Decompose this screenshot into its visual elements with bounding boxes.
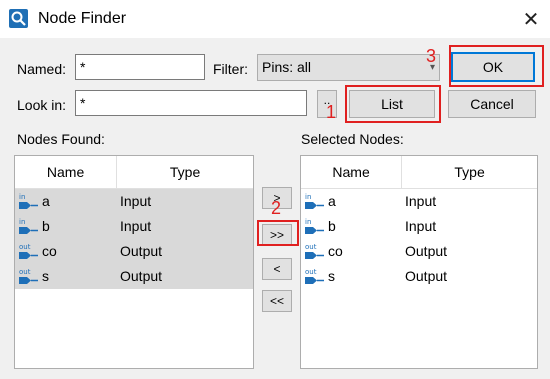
- selected-nodes-list[interactable]: ⌄ Name Type in a Input in b Input out co Output o…: [300, 155, 538, 369]
- node-type: Output: [405, 268, 448, 284]
- svg-text:out: out: [305, 268, 317, 276]
- input-pin-icon: in: [19, 218, 38, 234]
- column-header-name[interactable]: Name: [15, 156, 118, 188]
- column-header-name[interactable]: ⌄ Name: [301, 156, 403, 188]
- node-finder-dialog: Node Finder ✕ Named: * Filter: Pins: all…: [0, 0, 550, 379]
- ok-button[interactable]: OK: [451, 52, 535, 82]
- svg-text:in: in: [305, 193, 311, 201]
- list-item[interactable]: out co Output: [15, 239, 253, 264]
- node-name: s: [328, 268, 335, 284]
- selected-nodes-header: ⌄ Name Type: [301, 156, 537, 189]
- nodes-found-list[interactable]: Name Type in a Input in b Input out co Output out…: [14, 155, 254, 369]
- output-pin-icon: out: [305, 268, 324, 284]
- svg-text:in: in: [19, 193, 25, 201]
- named-input[interactable]: *: [75, 54, 205, 80]
- remove-all-button[interactable]: <<: [262, 290, 292, 312]
- list-item[interactable]: in a Input: [15, 189, 253, 214]
- window-title: Node Finder: [38, 10, 127, 27]
- selected-nodes-label: Selected Nodes:: [301, 131, 404, 147]
- list-button[interactable]: List: [349, 90, 435, 118]
- lookin-input[interactable]: *: [75, 90, 307, 116]
- node-name: s: [42, 268, 49, 284]
- step-number-1: 1: [326, 102, 337, 122]
- node-name: b: [328, 218, 336, 234]
- node-name: co: [42, 243, 57, 259]
- svg-text:in: in: [19, 218, 25, 226]
- cancel-button[interactable]: Cancel: [448, 90, 536, 118]
- title-bar: Node Finder ✕: [0, 0, 550, 38]
- node-name: a: [328, 193, 336, 209]
- output-pin-icon: out: [305, 243, 324, 259]
- nodes-found-header: Name Type: [15, 156, 253, 189]
- sort-chevron-icon: ⌄: [346, 167, 354, 177]
- input-pin-icon: in: [19, 193, 38, 209]
- node-type: Output: [120, 268, 163, 284]
- output-pin-icon: out: [19, 268, 38, 284]
- nodes-found-rows: in a Input in b Input out co Output out s Output: [15, 189, 253, 289]
- input-pin-icon: in: [305, 218, 324, 234]
- named-label: Named:: [17, 61, 67, 77]
- node-type: Input: [405, 193, 437, 209]
- list-item[interactable]: out s Output: [301, 264, 537, 289]
- lookin-label: Look in:: [17, 97, 67, 113]
- filter-value: Pins: all: [262, 59, 312, 75]
- add-all-button[interactable]: >>: [262, 224, 292, 246]
- node-name: a: [42, 193, 50, 209]
- list-item[interactable]: in b Input: [301, 214, 537, 239]
- output-pin-icon: out: [19, 243, 38, 259]
- node-name: co: [328, 243, 343, 259]
- selected-nodes-rows: in a Input in b Input out co Output out s Output: [301, 189, 537, 289]
- step-number-3: 3: [426, 46, 437, 66]
- step-number-2: 2: [271, 198, 282, 218]
- svg-text:in: in: [305, 218, 311, 226]
- node-type: Output: [405, 243, 448, 259]
- close-icon[interactable]: ✕: [518, 6, 544, 32]
- list-item[interactable]: in b Input: [15, 214, 253, 239]
- list-item[interactable]: out co Output: [301, 239, 537, 264]
- node-type: Output: [120, 243, 163, 259]
- filter-label: Filter:: [213, 61, 248, 77]
- column-header-type[interactable]: Type: [402, 156, 537, 188]
- list-item[interactable]: in a Input: [301, 189, 537, 214]
- remove-one-button[interactable]: <: [262, 258, 292, 280]
- list-item[interactable]: out s Output: [15, 264, 253, 289]
- node-finder-icon: [9, 9, 28, 28]
- node-type: Input: [405, 218, 437, 234]
- column-header-type[interactable]: Type: [117, 156, 253, 188]
- node-type: Input: [120, 193, 152, 209]
- node-name: b: [42, 218, 50, 234]
- node-type: Input: [120, 218, 152, 234]
- svg-text:out: out: [19, 243, 31, 251]
- nodes-found-label: Nodes Found:: [17, 131, 105, 147]
- filter-select[interactable]: Pins: all ▾: [257, 54, 440, 81]
- input-pin-icon: in: [305, 193, 324, 209]
- svg-text:out: out: [305, 243, 317, 251]
- svg-text:out: out: [19, 268, 31, 276]
